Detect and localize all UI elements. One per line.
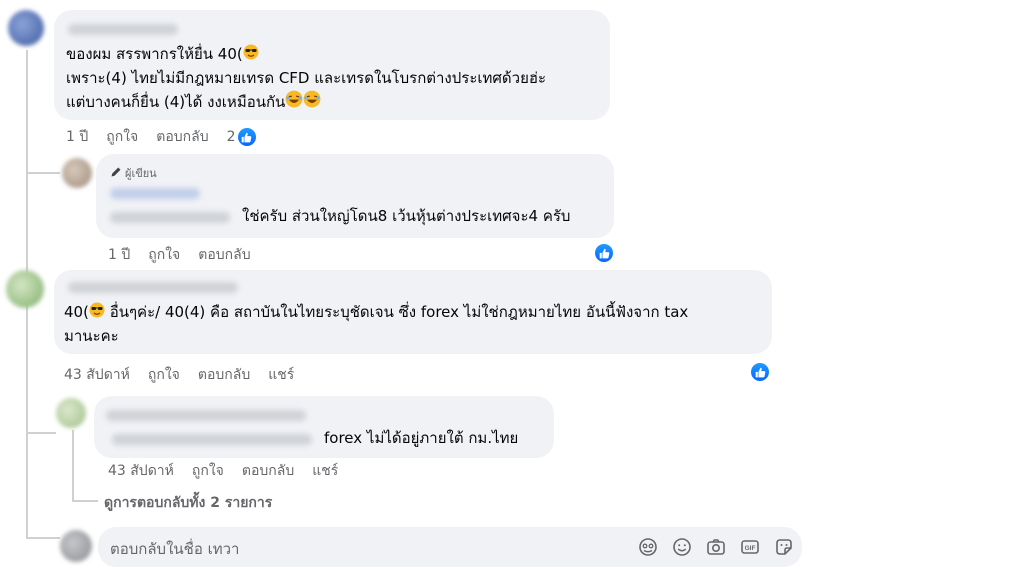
- timestamp[interactable]: 1 ปี: [108, 244, 130, 266]
- mentioned-user[interactable]: [112, 434, 312, 445]
- like-button[interactable]: ถูกใจ: [148, 244, 180, 266]
- like-button[interactable]: ถูกใจ: [106, 126, 138, 148]
- comment-line: 40( อื่นๆค่ะ/ 40(4) คือ สถาบันในไทยระบุช…: [64, 300, 688, 325]
- timestamp[interactable]: 1 ปี: [66, 126, 88, 148]
- like-icon[interactable]: [595, 244, 613, 262]
- reply-composer[interactable]: ตอบกลับในชื่อ เทวา GIF: [98, 527, 802, 567]
- laughing-emoji-icon: [285, 90, 303, 115]
- author-name[interactable]: [68, 282, 238, 293]
- comment-line: แต่บางคนก็ยื่น (4)ได้ งงเหมือนกัน: [66, 90, 321, 115]
- share-button[interactable]: แชร์: [312, 460, 338, 482]
- avatar-sticker-icon[interactable]: [638, 537, 658, 557]
- reply-button[interactable]: ตอบกลับ: [156, 126, 208, 148]
- avatar[interactable]: [62, 158, 92, 188]
- reply-button[interactable]: ตอบกลับ: [198, 364, 250, 386]
- sticker-icon[interactable]: [774, 537, 794, 557]
- timestamp[interactable]: 43 สัปดาห์: [108, 460, 174, 482]
- share-button[interactable]: แชร์: [268, 364, 294, 386]
- avatar: [60, 530, 92, 562]
- author-badge-label: ผู้เขียน: [125, 167, 157, 180]
- sunglasses-emoji-icon: [89, 301, 105, 325]
- reply-button[interactable]: ตอบกลับ: [198, 244, 250, 266]
- thread-branch: [26, 537, 60, 539]
- reaction-count-number: 2: [226, 129, 236, 145]
- like-icon[interactable]: [751, 363, 769, 381]
- laughing-emoji-icon: [303, 90, 321, 115]
- comment-line: เพราะ(4) ไทยไม่มีกฎหมายเทรด CFD และเทรดใ…: [66, 69, 547, 87]
- reaction-count[interactable]: 2: [227, 128, 256, 146]
- comment-actions: 1 ปี ถูกใจ ตอบกลับ 2: [66, 126, 256, 148]
- like-button[interactable]: ถูกใจ: [192, 460, 224, 482]
- emoji-icon[interactable]: [672, 537, 692, 557]
- thread-branch: [72, 500, 98, 502]
- thread-branch: [26, 432, 56, 434]
- author-badge: ผู้เขียน: [110, 164, 157, 182]
- thread-branch: [26, 172, 60, 174]
- avatar[interactable]: [6, 270, 44, 308]
- comment-bubble: forex ไม่ได้อยู่ภายใต้ กม.ไทย: [94, 396, 554, 458]
- comment-line: มานะคะ: [64, 327, 119, 345]
- comment-line: ของผม สรรพากรให้ยื่น 40(: [66, 42, 259, 67]
- author-name[interactable]: [68, 24, 178, 35]
- comment-actions: 43 สัปดาห์ ถูกใจ ตอบกลับ แชร์: [64, 364, 294, 386]
- timestamp[interactable]: 43 สัปดาห์: [64, 364, 130, 386]
- comment-bubble: 40( อื่นๆค่ะ/ 40(4) คือ สถาบันในไทยระบุช…: [54, 270, 772, 354]
- mentioned-user[interactable]: [110, 212, 230, 223]
- svg-text:GIF: GIF: [745, 545, 756, 552]
- view-replies-link[interactable]: ดูการตอบกลับทั้ง 2 รายการ: [104, 492, 272, 514]
- reply-input[interactable]: ตอบกลับในชื่อ เทวา: [110, 537, 239, 561]
- author-name[interactable]: [110, 188, 200, 199]
- gif-icon[interactable]: GIF: [740, 537, 760, 557]
- pencil-icon: [110, 166, 122, 181]
- comment-bubble: ผู้เขียน ใช่ครับ ส่วนใหญ่โดน8 เว้นหุ้นต่…: [96, 154, 614, 238]
- author-name[interactable]: [106, 410, 306, 421]
- reply-button[interactable]: ตอบกลับ: [242, 460, 294, 482]
- avatar[interactable]: [56, 398, 86, 428]
- like-icon: [237, 128, 256, 146]
- comment-text: forex ไม่ได้อยู่ภายใต้ กม.ไทย: [324, 429, 519, 447]
- comment-actions: 43 สัปดาห์ ถูกใจ ตอบกลับ แชร์: [108, 460, 338, 482]
- avatar[interactable]: [8, 10, 44, 46]
- camera-icon[interactable]: [706, 537, 726, 557]
- comment-text: ใช่ครับ ส่วนใหญ่โดน8 เว้นหุ้นต่างประเทศจ…: [242, 207, 571, 225]
- sunglasses-emoji-icon: [243, 43, 259, 67]
- thread-line: [72, 430, 74, 500]
- like-button[interactable]: ถูกใจ: [148, 364, 180, 386]
- comment-bubble: ของผม สรรพากรให้ยื่น 40( เพราะ(4) ไทยไม่…: [54, 10, 610, 120]
- comment-actions: 1 ปี ถูกใจ ตอบกลับ: [108, 244, 251, 266]
